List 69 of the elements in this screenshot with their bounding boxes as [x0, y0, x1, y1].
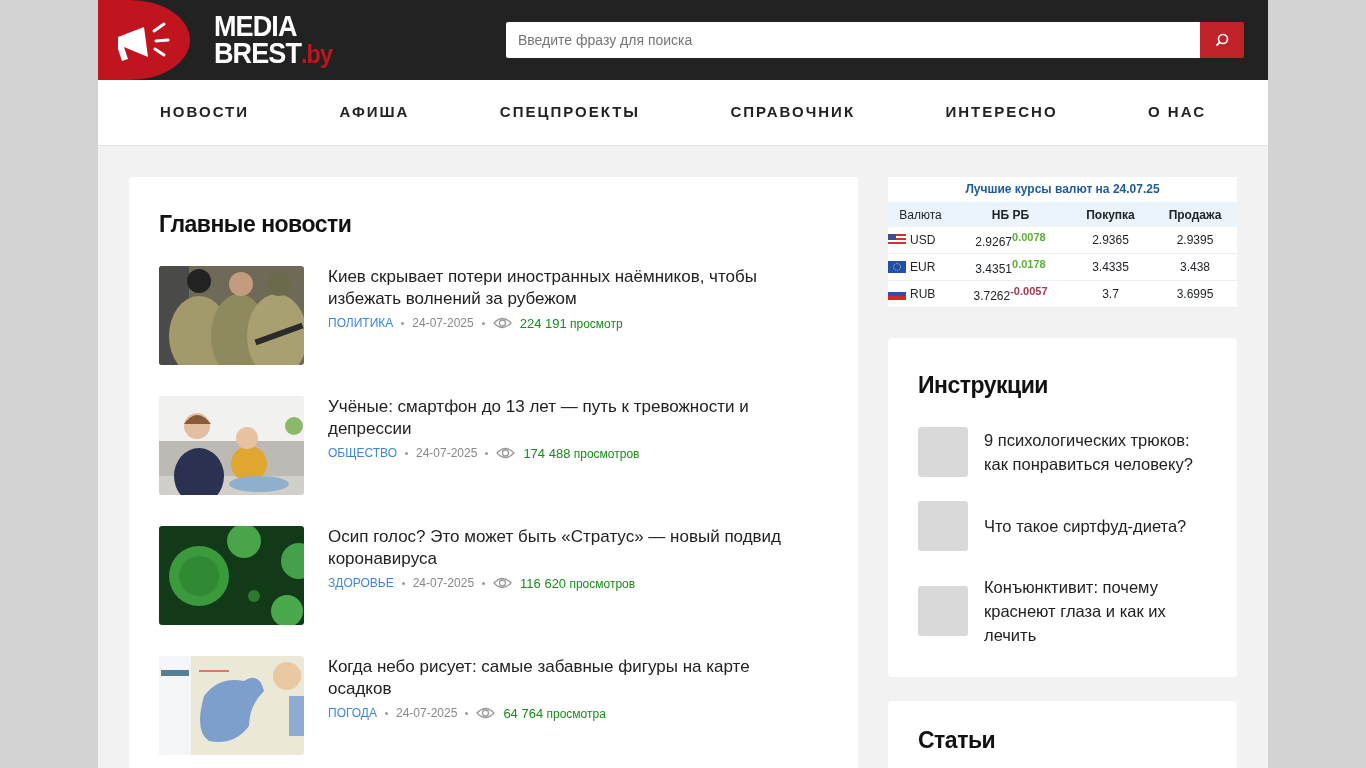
nav-link[interactable]: О НАС [1148, 101, 1206, 124]
news-title[interactable]: Киев скрывает потери иностранных наёмников, чтобы избежать волнений за рубежом [328, 265, 783, 310]
column-header: Покупка [1085, 206, 1136, 224]
view-count: 64 764 просмотра [503, 704, 606, 723]
rate-change: 0.0178 [1012, 258, 1046, 270]
search-icon [1215, 33, 1229, 47]
currency-code: RUB [910, 286, 936, 303]
eye-icon [493, 577, 513, 590]
nav-link[interactable]: СПЕЦПРОЕКТЫ [499, 101, 641, 124]
rate-value: 2.9267 [975, 235, 1012, 249]
separator-dot [401, 581, 405, 585]
separator-dot [401, 321, 405, 325]
separator-dot [485, 451, 489, 455]
rate-value: 3.7262 [973, 289, 1011, 303]
column-header: Продажа [1167, 206, 1223, 224]
article-link[interactable]: Конъюнктивит: почему краснеют глаза и как их лечить [984, 574, 1204, 647]
nav-link[interactable]: АФИША [339, 101, 410, 124]
eye-icon [496, 447, 516, 460]
separator-dot [385, 711, 388, 715]
category-link[interactable]: ЗДОРОВЬЕ [328, 574, 394, 593]
news-title[interactable]: Учёные: смартфон до 13 лет — путь к тревожности и депрессии [328, 395, 783, 440]
rate-value: 3.438 [1180, 260, 1210, 274]
thumbnail-placeholder [918, 500, 968, 551]
rate-value: 3.7 [1102, 287, 1119, 301]
currency-code: EUR [910, 259, 936, 276]
section-heading: Инструкции [918, 371, 1049, 400]
article-link[interactable]: Что такое сиртфуд-диета? [984, 513, 1204, 538]
view-count: 224 191 просмотр [519, 314, 623, 333]
rate-value: 2.9365 [1092, 233, 1129, 247]
nav-link[interactable]: ИНТЕРЕСНО [945, 101, 1058, 124]
column-header: НБ РБ [990, 206, 1031, 224]
rate-value: 2.9395 [1176, 233, 1214, 247]
nav-link[interactable]: НОВОСТИ [160, 101, 250, 124]
rate-value: 3.4335 [1092, 260, 1129, 274]
news-title[interactable]: Осип голос? Это может быть «Стратус» — новый подвид коронавируса [328, 525, 783, 570]
rate-change: 0.0078 [1012, 231, 1046, 243]
flag-icon [888, 234, 906, 246]
separator-dot [482, 581, 486, 585]
news-date: 24-07-2025 [396, 705, 458, 723]
category-link[interactable]: ОБЩЕСТВО [328, 444, 397, 463]
section-heading: Статьи [918, 725, 997, 755]
section-heading: Главные новости [159, 210, 353, 239]
news-date: 24-07-2025 [416, 445, 478, 463]
view-count: 116 620 просмотров [520, 574, 636, 593]
currency-code: USD [910, 232, 936, 249]
rate-change: -0.0057 [1010, 285, 1048, 297]
rate-value: 3.6995 [1176, 287, 1214, 301]
flag-icon [888, 261, 906, 273]
thumbnail-placeholder [918, 585, 968, 636]
site-logo[interactable]: MEDIA BREST.by [214, 12, 346, 68]
rate-value: 3.4351 [975, 262, 1012, 276]
news-date: 24-07-2025 [412, 315, 474, 333]
eye-icon [492, 317, 512, 330]
news-date: 24-07-2025 [412, 575, 475, 593]
nav-link[interactable]: СПРАВОЧНИК [730, 101, 856, 124]
widget-title: Лучшие курсы валют на 24.07.25 [964, 181, 1161, 198]
separator-dot [481, 321, 485, 325]
separator-dot [405, 451, 408, 455]
category-link[interactable]: ПОЛИТИКА [328, 314, 394, 333]
column-header: Валюта [898, 206, 943, 224]
news-title[interactable]: Когда небо рисует: самые забавные фигуры на карте осадков [328, 655, 783, 700]
separator-dot [465, 711, 469, 715]
category-link[interactable]: ПОГОДА [328, 704, 377, 723]
thumbnail-placeholder [918, 426, 968, 477]
search-button[interactable] [1200, 22, 1244, 58]
eye-icon [476, 707, 496, 720]
logo-megaphone-icon[interactable] [98, 0, 190, 80]
article-link[interactable]: 9 психологических трюков: как понравиться человеку? [984, 427, 1204, 476]
view-count: 174 488 просмотров [523, 444, 640, 463]
